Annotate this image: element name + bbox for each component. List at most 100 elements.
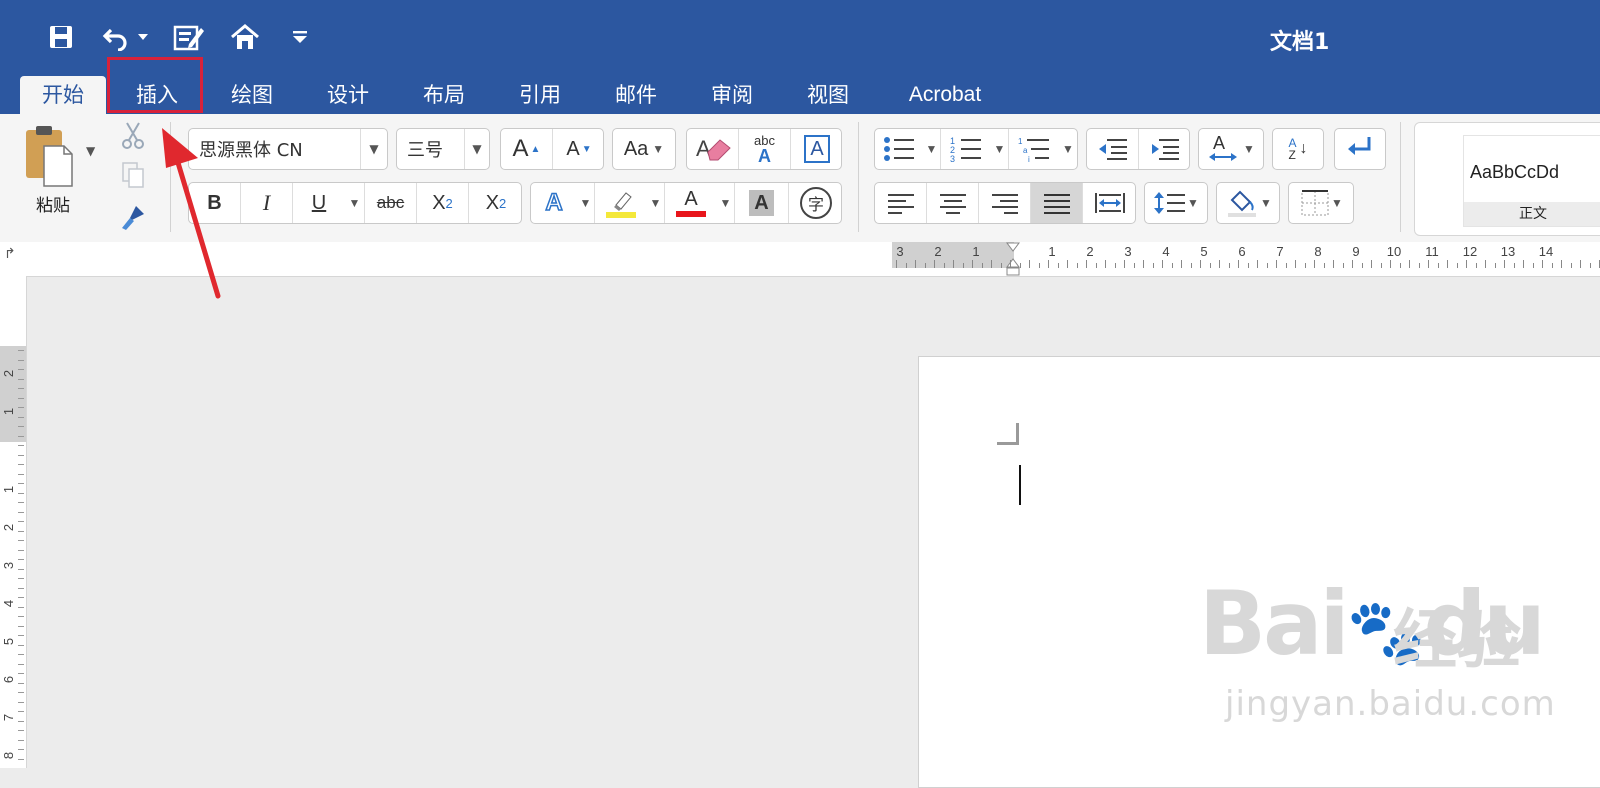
vruler-tick	[18, 635, 24, 636]
multilevel-list-button[interactable]: 1ai	[1009, 129, 1059, 169]
tab-mailings[interactable]: 邮件	[596, 76, 676, 114]
ruler-tick	[1143, 260, 1144, 268]
sort-button[interactable]: AZ ↓	[1272, 128, 1324, 170]
multilevel-dropdown-icon[interactable]: ▼	[1059, 129, 1077, 169]
undo-dropdown-icon[interactable]	[134, 20, 152, 54]
tab-review[interactable]: 审阅	[692, 76, 772, 114]
undo-icon[interactable]	[100, 20, 134, 54]
align-right-button[interactable]	[979, 183, 1031, 223]
character-border-button[interactable]: A	[791, 129, 843, 169]
format-painter-icon[interactable]	[118, 202, 148, 232]
distributed-button[interactable]	[1083, 183, 1137, 223]
cut-icon[interactable]	[118, 120, 148, 150]
vruler-number: 6	[1, 675, 17, 684]
highlight-dropdown-icon[interactable]: ▼	[647, 183, 665, 223]
bullets-dropdown-icon[interactable]: ▼	[923, 129, 941, 169]
tab-draw[interactable]: 绘图	[212, 76, 292, 114]
ruler-tick	[1418, 263, 1420, 268]
tab-stop-selector-icon[interactable]: ↱	[4, 246, 16, 262]
align-left-button[interactable]	[875, 183, 927, 223]
superscript-x: X	[485, 191, 500, 214]
italic-button[interactable]: I	[241, 183, 293, 223]
highlight-button[interactable]	[595, 183, 647, 223]
chevron-down-icon: ▼	[652, 142, 665, 156]
ruler-tick	[1238, 260, 1239, 268]
save-icon[interactable]	[44, 20, 78, 54]
vruler-number: 8	[1, 751, 17, 760]
vruler-tick	[18, 606, 24, 608]
strikethrough-button[interactable]: abc	[365, 183, 417, 223]
bullets-button[interactable]	[875, 129, 923, 169]
tab-layout[interactable]: 布局	[404, 76, 484, 114]
ruler-tick	[981, 263, 983, 268]
increase-indent-button[interactable]	[1139, 129, 1191, 169]
enclose-characters-button[interactable]: 字	[789, 183, 843, 223]
font-color-bar	[676, 211, 706, 217]
vruler-tick	[18, 369, 24, 370]
line-spacing-button[interactable]: ▼	[1144, 182, 1208, 224]
customize-icon[interactable]	[288, 20, 312, 54]
character-shading-button[interactable]: A	[735, 183, 789, 223]
svg-text:A: A	[1213, 133, 1225, 153]
tab-acrobat[interactable]: Acrobat	[890, 76, 1000, 114]
tab-home[interactable]: 开始	[20, 76, 106, 114]
phonetic-guide-button[interactable]: abc A	[739, 129, 791, 169]
numbering-button[interactable]: 123	[941, 129, 991, 169]
ruler-tick	[1466, 260, 1467, 268]
tab-references[interactable]: 引用	[500, 76, 580, 114]
text-effect-button[interactable]: A	[531, 183, 577, 223]
font-color-dropdown-icon[interactable]: ▼	[717, 183, 735, 223]
tab-view[interactable]: 视图	[788, 76, 868, 114]
show-marks-button[interactable]	[1334, 128, 1386, 170]
copy-icon[interactable]	[118, 160, 148, 190]
svg-text:1: 1	[1018, 137, 1023, 146]
edit-doc-icon[interactable]	[172, 20, 206, 54]
vruler-tick	[18, 530, 24, 532]
vertical-ruler[interactable]: 2 1 1 2 3 4 5 6 7 8	[0, 276, 27, 768]
vruler-tick	[18, 435, 24, 437]
shading-button[interactable]: ▼	[1216, 182, 1280, 224]
vruler-tick	[18, 540, 24, 541]
font-size-select[interactable]: 三号 ▼	[396, 128, 490, 170]
vruler-tick	[18, 559, 24, 560]
justify-button[interactable]	[1031, 183, 1083, 223]
style-normal-card[interactable]: AaBbCcDd 正文	[1463, 135, 1600, 227]
clear-formatting-button[interactable]: A	[687, 129, 739, 169]
subscript-button[interactable]: X2	[417, 183, 469, 223]
paste-dropdown-icon[interactable]: ▼	[86, 144, 95, 158]
tab-design[interactable]: 设计	[308, 76, 388, 114]
borders-icon	[1301, 190, 1329, 216]
text-effect-dropdown-icon[interactable]: ▼	[577, 183, 595, 223]
vruler-tick	[18, 426, 24, 427]
align-center-button[interactable]	[927, 183, 979, 223]
decrease-indent-button[interactable]	[1087, 129, 1139, 169]
vruler-tick	[18, 701, 24, 703]
watermark-cn: 经验	[1393, 604, 1521, 678]
indent-marker-icon[interactable]	[1006, 242, 1020, 276]
ruler-tick	[1485, 260, 1486, 268]
change-case-glyph: Aa	[623, 137, 649, 160]
grow-font-button[interactable]: A ▲	[501, 129, 553, 169]
ruler-tick	[1228, 263, 1230, 268]
ruler-tick	[1076, 263, 1078, 268]
ruler-number: 3	[896, 244, 904, 259]
document-page[interactable]: Bai🐾du 经验 jingyan.baidu.com	[918, 356, 1600, 788]
underline-dropdown-icon[interactable]: ▼	[345, 183, 365, 223]
style-preview: AaBbCcDd	[1470, 162, 1560, 182]
text-direction-button[interactable]: A ▼	[1198, 128, 1264, 170]
underline-button[interactable]: U	[293, 183, 345, 223]
ruler-tick	[1551, 263, 1553, 268]
vruler-tick	[18, 492, 24, 494]
superscript-button[interactable]: X2	[469, 183, 523, 223]
horizontal-ruler[interactable]: 3 2 1 1 2 3 4 5 6 7 8 9 10 11 12 13 14	[892, 242, 1600, 276]
vruler-tick	[18, 673, 24, 674]
shrink-font-button[interactable]: A ▼	[553, 129, 605, 169]
chevron-down-icon[interactable]: ▼	[360, 129, 387, 169]
chevron-down-icon[interactable]: ▼	[464, 129, 489, 169]
home-icon[interactable]	[228, 20, 262, 54]
paste-icon[interactable]	[22, 124, 78, 190]
borders-button[interactable]: ▼	[1288, 182, 1354, 224]
numbering-dropdown-icon[interactable]: ▼	[991, 129, 1009, 169]
font-color-button[interactable]: A	[665, 183, 717, 223]
change-case-button[interactable]: Aa ▼	[612, 128, 676, 170]
